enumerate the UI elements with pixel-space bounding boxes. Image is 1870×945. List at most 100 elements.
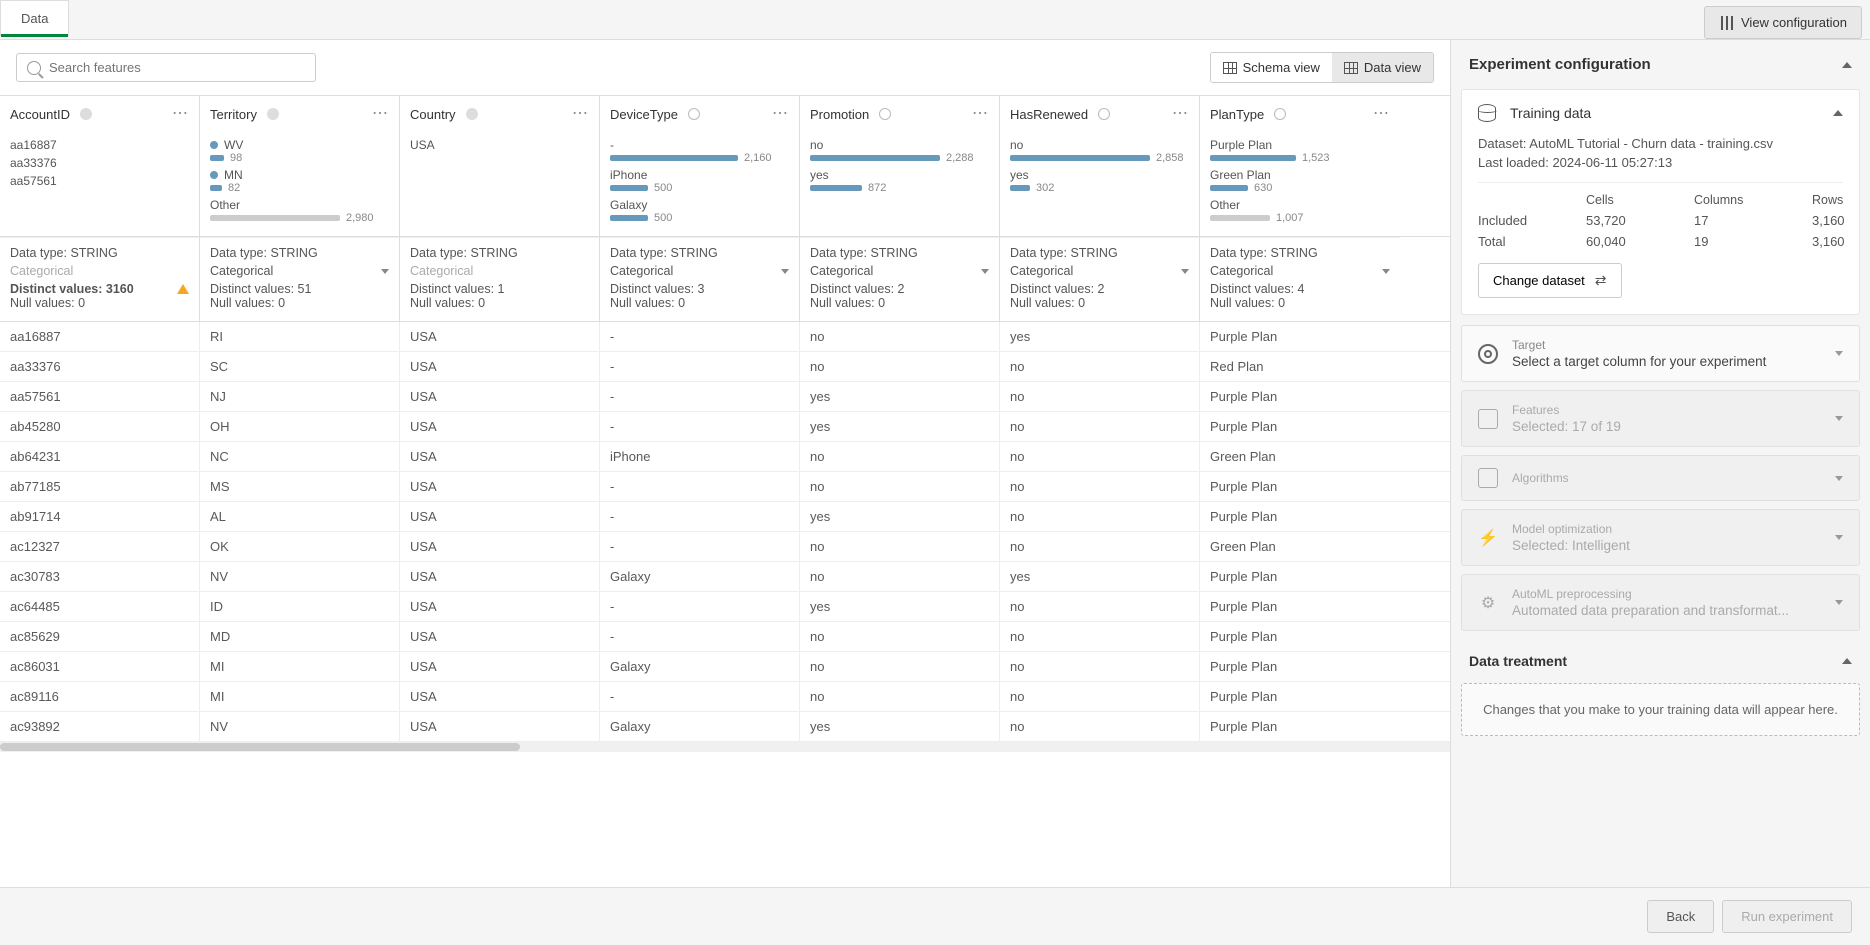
table-row[interactable]: aa33376SCUSA-nonoRed Plan (0, 352, 1450, 382)
table-cell: NV (200, 562, 400, 591)
training-data-header[interactable]: Training data (1462, 90, 1859, 136)
search-features-box[interactable] (16, 53, 316, 82)
table-cell: ab64231 (0, 442, 200, 471)
column-more-icon[interactable]: ⋯ (972, 106, 989, 122)
experiment-config-title: Experiment configuration (1469, 56, 1651, 73)
status-ring-icon (1274, 108, 1286, 120)
table-row[interactable]: ab91714ALUSA-yesnoPurple Plan (0, 502, 1450, 532)
schema-view-button[interactable]: Schema view (1211, 53, 1332, 82)
horizontal-scrollbar[interactable] (0, 742, 1450, 752)
table-cell: NC (200, 442, 400, 471)
data-treatment-header[interactable]: Data treatment (1451, 639, 1870, 683)
feature-type-select[interactable]: Categorical (210, 264, 389, 278)
dataset-line: Dataset: AutoML Tutorial - Churn data - … (1478, 136, 1843, 151)
table-cell: USA (400, 352, 600, 381)
table-cell: SC (200, 352, 400, 381)
distinct-values-label: Distinct values: 3 (610, 282, 704, 296)
column-header-country[interactable]: Country⋯ (400, 96, 599, 132)
null-values-label: Null values: 0 (810, 296, 989, 310)
column-more-icon[interactable]: ⋯ (1172, 106, 1189, 122)
table-icon (1344, 62, 1358, 74)
column-more-icon[interactable]: ⋯ (772, 106, 789, 122)
table-cell: USA (400, 322, 600, 351)
preprocessing-card[interactable]: ⚙ AutoML preprocessing Automated data pr… (1461, 574, 1860, 631)
column-more-icon[interactable]: ⋯ (572, 106, 589, 122)
table-cell: aa57561 (0, 382, 200, 411)
experiment-config-header[interactable]: Experiment configuration (1451, 40, 1870, 89)
view-configuration-button[interactable]: View configuration (1704, 6, 1862, 39)
table-cell: - (600, 352, 800, 381)
table-cell: ab77185 (0, 472, 200, 501)
table-cell: Green Plan (1200, 442, 1400, 471)
table-row[interactable]: ab64231NCUSAiPhonenonoGreen Plan (0, 442, 1450, 472)
feature-type-select[interactable]: Categorical (810, 264, 989, 278)
column-more-icon[interactable]: ⋯ (1373, 106, 1390, 122)
table-cell: no (800, 532, 1000, 561)
data-view-button[interactable]: Data view (1332, 53, 1433, 82)
column-header-promotion[interactable]: Promotion ⋯ (800, 96, 999, 132)
tab-data[interactable]: Data (0, 0, 69, 36)
training-data-section: Training data Dataset: AutoML Tutorial -… (1461, 89, 1860, 315)
table-row[interactable]: ac30783NVUSAGalaxynoyesPurple Plan (0, 562, 1450, 592)
table-row[interactable]: aa57561NJUSA-yesnoPurple Plan (0, 382, 1450, 412)
table-cell: USA (400, 502, 600, 531)
column-header-accountid[interactable]: AccountID⋯ (0, 96, 199, 132)
table-cell: no (800, 322, 1000, 351)
algorithms-card[interactable]: Algorithms (1461, 455, 1860, 501)
table-row[interactable]: ac12327OKUSA-nonoGreen Plan (0, 532, 1450, 562)
view-configuration-label: View configuration (1741, 15, 1847, 30)
null-values-label: Null values: 0 (10, 296, 189, 310)
column-meta: Data type: STRINGCategoricalDistinct val… (0, 237, 199, 321)
chevron-down-icon (1835, 476, 1843, 481)
column-header-territory[interactable]: Territory ⋯ (200, 96, 399, 132)
features-icon (1478, 409, 1498, 429)
run-experiment-button[interactable]: Run experiment (1722, 900, 1852, 933)
table-row[interactable]: ab77185MSUSA-nonoPurple Plan (0, 472, 1450, 502)
shuffle-icon: ⇄ (1595, 272, 1607, 289)
table-row[interactable]: ac89116MIUSA-nonoPurple Plan (0, 682, 1450, 712)
feature-type-select[interactable]: Categorical (610, 264, 789, 278)
table-cell: yes (800, 712, 1000, 741)
chevron-down-icon (781, 269, 789, 274)
table-row[interactable]: ac93892NVUSAGalaxyyesnoPurple Plan (0, 712, 1450, 742)
features-card[interactable]: Features Selected: 17 of 19 (1461, 390, 1860, 447)
table-cell: no (800, 682, 1000, 711)
table-cell: no (800, 472, 1000, 501)
stats-hdr-cells: Cells (1586, 193, 1676, 207)
table-cell: NV (200, 712, 400, 741)
scrollbar-thumb[interactable] (0, 743, 520, 751)
column-header-plantype[interactable]: PlanType⋯ (1200, 96, 1400, 132)
table-row[interactable]: ac85629MDUSA-nonoPurple Plan (0, 622, 1450, 652)
column-more-icon[interactable]: ⋯ (172, 106, 189, 122)
table-cell: ab45280 (0, 412, 200, 441)
target-card[interactable]: Target Select a target column for your e… (1461, 325, 1860, 382)
column-header-devicetype[interactable]: DeviceType⋯ (600, 96, 799, 132)
data-table[interactable]: AccountID⋯aa16887aa33376aa57561Territory… (0, 95, 1450, 887)
search-icon (27, 61, 41, 75)
table-cell: MI (200, 652, 400, 681)
null-values-label: Null values: 0 (610, 296, 789, 310)
table-cell: Purple Plan (1200, 622, 1400, 651)
column-name: Promotion (810, 107, 869, 122)
column-more-icon[interactable]: ⋯ (372, 106, 389, 122)
table-row[interactable]: ac64485IDUSA-yesnoPurple Plan (0, 592, 1450, 622)
model-optimization-card[interactable]: ⚡ Model optimization Selected: Intellige… (1461, 509, 1860, 566)
table-row[interactable]: ac86031MIUSAGalaxynonoPurple Plan (0, 652, 1450, 682)
table-row[interactable]: ab45280OHUSA-yesnoPurple Plan (0, 412, 1450, 442)
table-cell: USA (400, 532, 600, 561)
null-values-label: Null values: 0 (410, 296, 589, 310)
change-dataset-button[interactable]: Change dataset ⇄ (1478, 263, 1622, 298)
column-name: Territory (210, 107, 257, 122)
back-button[interactable]: Back (1647, 900, 1714, 933)
feature-type-select[interactable]: Categorical (1010, 264, 1189, 278)
target-icon (1478, 344, 1498, 364)
table-row[interactable]: aa16887RIUSA-noyesPurple Plan (0, 322, 1450, 352)
feature-type-select: Categorical (410, 264, 589, 278)
search-input[interactable] (49, 60, 305, 75)
schema-view-label: Schema view (1243, 60, 1320, 75)
table-cell: Galaxy (600, 712, 800, 741)
feature-type-select[interactable]: Categorical (1210, 264, 1390, 278)
column-header-hasrenewed[interactable]: HasRenewed⋯ (1000, 96, 1199, 132)
table-cell: ac30783 (0, 562, 200, 591)
table-cell: Green Plan (1200, 532, 1400, 561)
